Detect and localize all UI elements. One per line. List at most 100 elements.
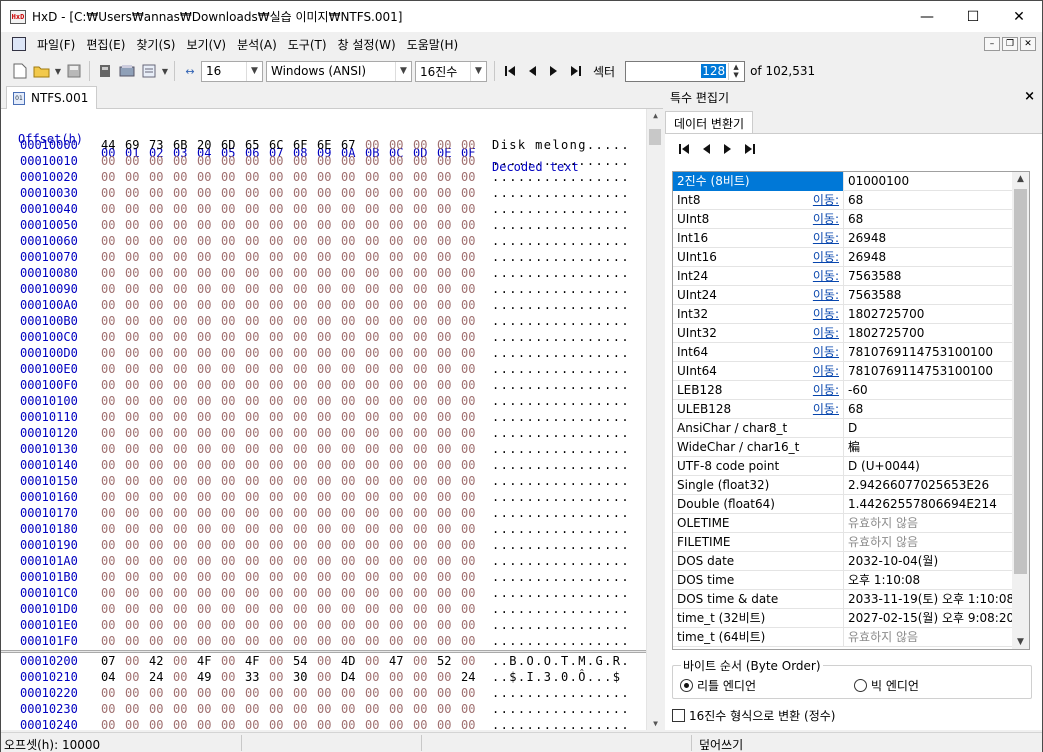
maximize-button[interactable]: ☐ (950, 1, 996, 32)
hex-byte[interactable]: 00 (173, 330, 193, 344)
hex-byte[interactable]: 00 (125, 314, 145, 328)
hex-byte[interactable]: 00 (437, 586, 457, 600)
hex-byte[interactable]: 00 (413, 394, 433, 408)
hex-byte[interactable]: 00 (317, 506, 337, 520)
hex-byte[interactable]: 00 (317, 250, 337, 264)
hex-byte[interactable]: 20 (197, 138, 217, 152)
hex-byte[interactable]: 00 (221, 670, 241, 684)
hex-byte[interactable]: 00 (413, 458, 433, 472)
hex-byte[interactable]: 00 (125, 702, 145, 716)
hex-byte[interactable]: 00 (293, 686, 313, 700)
hex-byte[interactable]: 00 (317, 490, 337, 504)
hex-byte[interactable]: 00 (221, 522, 241, 536)
hex-byte[interactable]: 00 (245, 410, 265, 424)
hex-byte[interactable]: 00 (245, 234, 265, 248)
hex-byte[interactable]: 00 (125, 522, 145, 536)
inspector-value[interactable]: 1802725700 (844, 324, 924, 343)
hex-byte[interactable]: 00 (173, 490, 193, 504)
hex-byte[interactable]: 00 (389, 410, 409, 424)
hex-byte[interactable]: 00 (317, 346, 337, 360)
hex-byte[interactable]: 00 (173, 218, 193, 232)
hex-byte[interactable]: 42 (149, 654, 169, 668)
hex-byte[interactable]: 00 (413, 442, 433, 456)
hex-byte[interactable]: 00 (317, 378, 337, 392)
hex-byte[interactable]: 00 (413, 378, 433, 392)
hex-byte[interactable]: 54 (293, 654, 313, 668)
hex-byte[interactable]: 00 (437, 330, 457, 344)
hex-byte[interactable]: 00 (197, 346, 217, 360)
hex-byte[interactable]: 00 (245, 586, 265, 600)
hex-byte[interactable]: 00 (173, 442, 193, 456)
hex-byte[interactable]: 00 (317, 202, 337, 216)
hex-byte[interactable]: 00 (293, 394, 313, 408)
hex-byte[interactable]: 00 (461, 378, 481, 392)
hex-byte[interactable]: 00 (365, 670, 385, 684)
hex-byte[interactable]: 00 (437, 154, 457, 168)
hex-byte[interactable]: 00 (293, 362, 313, 376)
hex-byte[interactable]: 00 (173, 314, 193, 328)
hex-byte[interactable]: 00 (293, 634, 313, 648)
hex-byte[interactable]: 00 (461, 686, 481, 700)
hex-byte[interactable]: 6E (317, 138, 337, 152)
hex-byte[interactable]: 00 (341, 202, 361, 216)
hex-byte[interactable]: 00 (221, 234, 241, 248)
hex-byte[interactable]: 00 (365, 314, 385, 328)
hex-byte[interactable]: 00 (365, 410, 385, 424)
hex-byte[interactable]: 6C (269, 138, 289, 152)
inspector-vertical-scrollbar[interactable]: ▲ ▼ (1012, 172, 1029, 649)
hex-byte[interactable]: 00 (461, 522, 481, 536)
decoded-text[interactable]: ................ (492, 602, 630, 616)
hex-byte[interactable]: 00 (437, 490, 457, 504)
inspector-row[interactable]: UInt8 이동: 68 (673, 210, 1014, 229)
hex-byte[interactable]: 44 (101, 138, 121, 152)
hex-byte[interactable]: 65 (245, 138, 265, 152)
hex-byte[interactable]: 00 (437, 346, 457, 360)
hex-byte[interactable]: 00 (341, 410, 361, 424)
hex-byte[interactable]: 00 (293, 702, 313, 716)
inspector-value[interactable]: 01000100 (844, 172, 909, 191)
hex-byte[interactable]: 00 (125, 218, 145, 232)
hex-byte[interactable]: 00 (341, 586, 361, 600)
hex-byte[interactable]: 00 (197, 686, 217, 700)
hex-byte[interactable]: 00 (437, 506, 457, 520)
hex-byte[interactable]: 00 (269, 490, 289, 504)
hex-byte[interactable]: 00 (461, 218, 481, 232)
hex-byte[interactable]: 00 (245, 378, 265, 392)
hex-byte[interactable]: 00 (341, 702, 361, 716)
hex-byte[interactable]: 00 (461, 442, 481, 456)
hex-byte[interactable]: 00 (317, 702, 337, 716)
hex-byte[interactable]: 00 (197, 602, 217, 616)
hex-byte[interactable]: 00 (389, 186, 409, 200)
hex-byte[interactable]: 00 (461, 282, 481, 296)
inspector-value[interactable]: -60 (844, 381, 868, 400)
hex-byte[interactable]: 00 (245, 538, 265, 552)
hex-byte[interactable]: 00 (317, 410, 337, 424)
hex-byte[interactable]: 00 (317, 570, 337, 584)
hex-byte[interactable]: 00 (317, 602, 337, 616)
hex-byte[interactable]: 00 (437, 458, 457, 472)
decoded-text[interactable]: ................ (492, 346, 630, 360)
hex-byte[interactable]: 00 (197, 570, 217, 584)
hex-byte[interactable]: 00 (221, 442, 241, 456)
disk-icon[interactable] (94, 60, 116, 82)
hex-byte[interactable]: 00 (149, 474, 169, 488)
hex-byte[interactable]: 00 (461, 138, 481, 152)
inspector-previous-icon[interactable] (697, 143, 715, 158)
hex-byte[interactable]: 00 (317, 426, 337, 440)
hex-byte[interactable]: 00 (197, 490, 217, 504)
hex-byte[interactable]: 00 (413, 702, 433, 716)
hex-byte[interactable]: 00 (365, 250, 385, 264)
hex-byte[interactable]: 00 (197, 266, 217, 280)
hex-byte[interactable]: 00 (197, 718, 217, 730)
inspector-row[interactable]: Int24 이동: 7563588 (673, 267, 1014, 286)
hex-byte[interactable]: 00 (125, 538, 145, 552)
hex-byte[interactable]: 00 (413, 266, 433, 280)
open-folder-icon[interactable] (31, 60, 53, 82)
inspector-row[interactable]: WideChar / char16_t 楄 (673, 438, 1014, 457)
hex-byte[interactable]: 00 (101, 298, 121, 312)
hex-byte[interactable]: 00 (269, 602, 289, 616)
hex-byte[interactable]: 00 (245, 282, 265, 296)
hex-byte[interactable]: 00 (125, 458, 145, 472)
hex-byte[interactable]: 00 (125, 686, 145, 700)
decoded-text[interactable]: ................ (492, 426, 630, 440)
